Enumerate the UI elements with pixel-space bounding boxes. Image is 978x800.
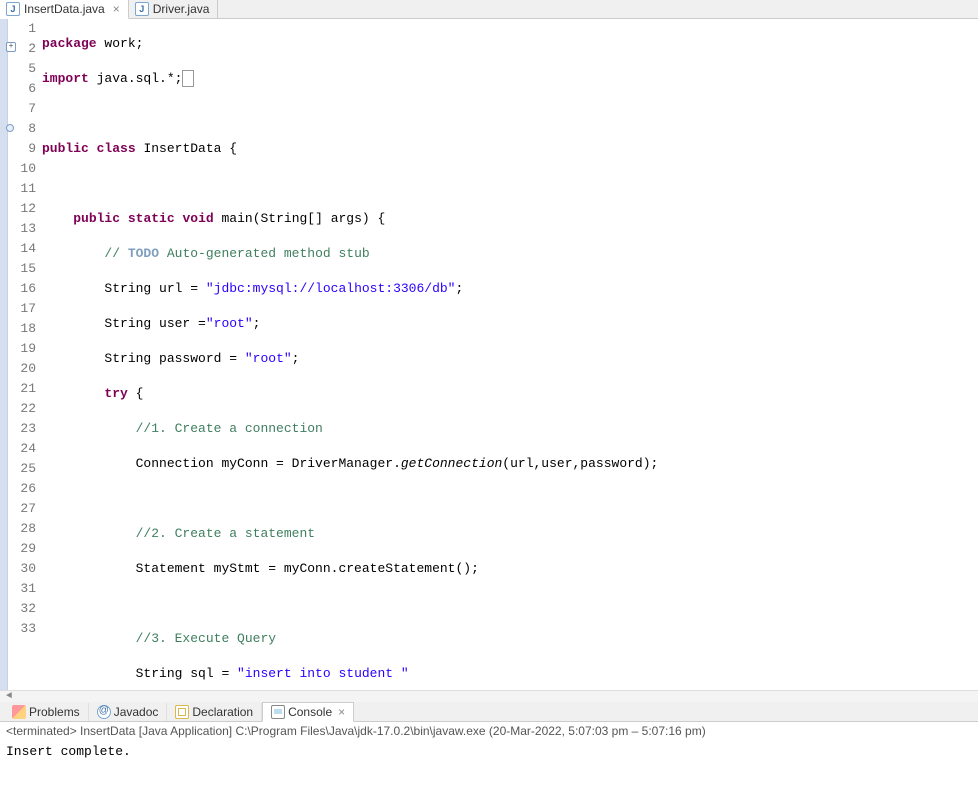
console-status: <terminated> InsertData [Java Applicatio… xyxy=(0,722,978,740)
console-output[interactable]: Insert complete. xyxy=(0,740,978,800)
marker-bar xyxy=(0,19,8,690)
horizontal-scrollbar[interactable]: ◄ xyxy=(0,690,978,702)
fold-icon[interactable] xyxy=(6,124,14,132)
tab-problems[interactable]: Problems xyxy=(4,703,89,721)
declaration-icon xyxy=(175,705,189,719)
tab-javadoc[interactable]: Javadoc xyxy=(89,703,168,721)
java-file-icon: J xyxy=(6,2,20,16)
tab-driver[interactable]: J Driver.java xyxy=(129,0,219,18)
close-icon[interactable]: × xyxy=(113,3,120,15)
code-body[interactable]: package work; import java.sql.*; public … xyxy=(40,19,978,690)
editor-tabs: J InsertData.java × J Driver.java xyxy=(0,0,978,19)
bottom-view-tabs: Problems Javadoc Declaration Console× xyxy=(0,702,978,722)
tab-console[interactable]: Console× xyxy=(262,702,354,722)
line-number-gutter: 1 +2 5 6 7 8 9 10 11 12 13 14 15 16 17 1… xyxy=(8,19,40,690)
problems-icon xyxy=(12,705,26,719)
code-editor[interactable]: 1 +2 5 6 7 8 9 10 11 12 13 14 15 16 17 1… xyxy=(0,19,978,690)
java-file-icon: J xyxy=(135,2,149,16)
tab-label: Driver.java xyxy=(153,2,210,16)
tab-insertdata[interactable]: J InsertData.java × xyxy=(0,0,129,19)
close-icon[interactable]: × xyxy=(338,705,345,719)
tab-label: InsertData.java xyxy=(24,2,105,16)
tab-declaration[interactable]: Declaration xyxy=(167,703,262,721)
scroll-left-icon[interactable]: ◄ xyxy=(0,691,18,702)
console-icon xyxy=(271,705,285,719)
javadoc-icon xyxy=(97,705,111,719)
expand-icon[interactable]: + xyxy=(6,42,16,52)
